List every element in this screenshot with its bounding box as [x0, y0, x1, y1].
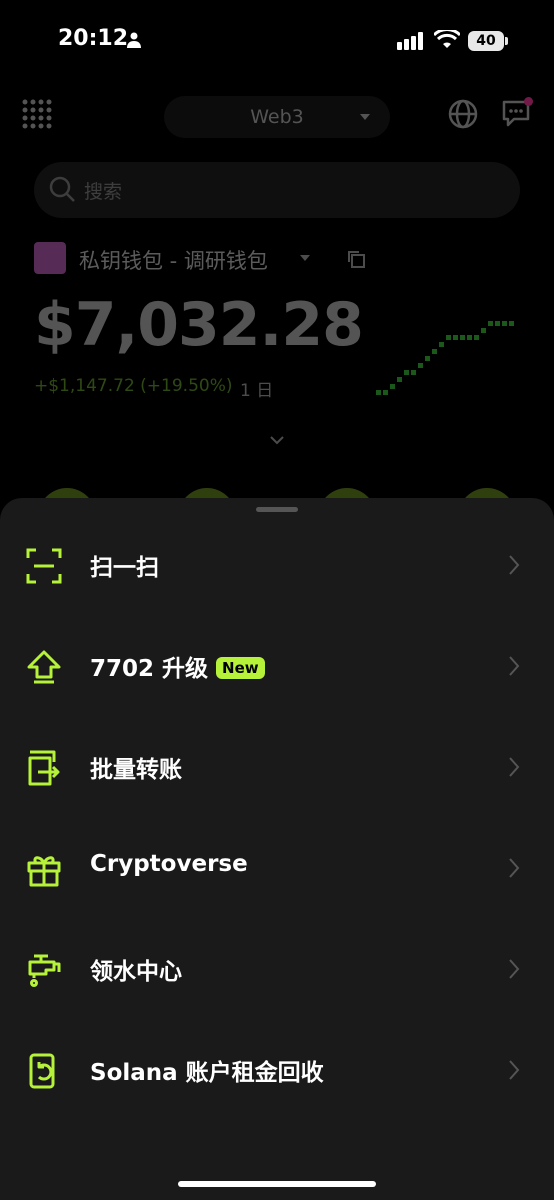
menu-item-faucet[interactable]: 领水中心: [0, 920, 554, 1020]
home-indicator[interactable]: [178, 1181, 376, 1187]
person-icon: [127, 32, 141, 48]
menu-item-batch-transfer[interactable]: 批量转账: [0, 718, 554, 818]
sheet-drag-handle[interactable]: [256, 507, 298, 512]
chevron-right-icon: [509, 858, 520, 878]
period-selector[interactable]: 1 日: [240, 376, 273, 401]
menu-item-label: Solana 账户租金回收: [90, 1060, 324, 1086]
menu-item-7702-upgrade[interactable]: 7702 升级 New: [0, 617, 554, 717]
copy-icon[interactable]: [346, 249, 366, 269]
menu-item-label: Cryptoverse: [90, 851, 248, 877]
apps-grid-icon[interactable]: [22, 99, 52, 129]
balance-change: +$1,147.72 (+19.50%): [34, 376, 233, 396]
batch-transfer-icon: [28, 750, 60, 786]
sparkline-chart: [376, 321, 514, 395]
notification-dot: [524, 97, 533, 106]
chevron-right-icon: [509, 959, 520, 979]
menu-item-solana-rent-reclaim[interactable]: Solana 账户租金回收: [0, 1021, 554, 1121]
search-icon: [49, 176, 75, 202]
caret-down-icon: [360, 114, 370, 120]
menu-item-label: 7702 升级: [90, 656, 209, 682]
rent-reclaim-icon: [29, 1053, 55, 1089]
globe-icon[interactable]: [448, 99, 478, 129]
menu-item-cryptoverse[interactable]: Cryptoverse: [0, 819, 554, 919]
network-selector[interactable]: Web3: [164, 96, 390, 138]
new-badge: New: [216, 657, 265, 679]
chevron-right-icon: [509, 555, 520, 575]
wallet-caret-icon[interactable]: [300, 255, 310, 261]
menu-item-label: 批量转账: [90, 757, 182, 783]
battery-tip: [505, 37, 508, 45]
menu-item-scan[interactable]: 扫一扫: [0, 516, 554, 616]
gift-icon: [27, 856, 61, 887]
search-placeholder: 搜索: [84, 181, 123, 203]
network-label: Web3: [250, 106, 304, 128]
wallet-avatar: [34, 242, 66, 274]
chevron-down-icon[interactable]: [268, 434, 286, 446]
battery-indicator: 40: [468, 31, 504, 51]
chevron-right-icon: [509, 1060, 520, 1080]
upgrade-icon: [27, 650, 61, 684]
wallet-name[interactable]: 私钥钱包 - 调研钱包: [79, 245, 268, 275]
chevron-right-icon: [509, 757, 520, 777]
signal-icon: [397, 32, 423, 50]
menu-item-label: 扫一扫: [90, 555, 159, 581]
wifi-icon: [434, 30, 460, 48]
menu-item-label: 领水中心: [90, 959, 182, 985]
total-balance: $7,032.28: [34, 290, 364, 360]
chevron-right-icon: [509, 656, 520, 676]
faucet-icon: [28, 954, 61, 987]
menu-item-label-row: 7702 升级 New: [90, 649, 265, 683]
scan-icon: [26, 548, 62, 584]
status-time: 20:12: [58, 26, 129, 51]
